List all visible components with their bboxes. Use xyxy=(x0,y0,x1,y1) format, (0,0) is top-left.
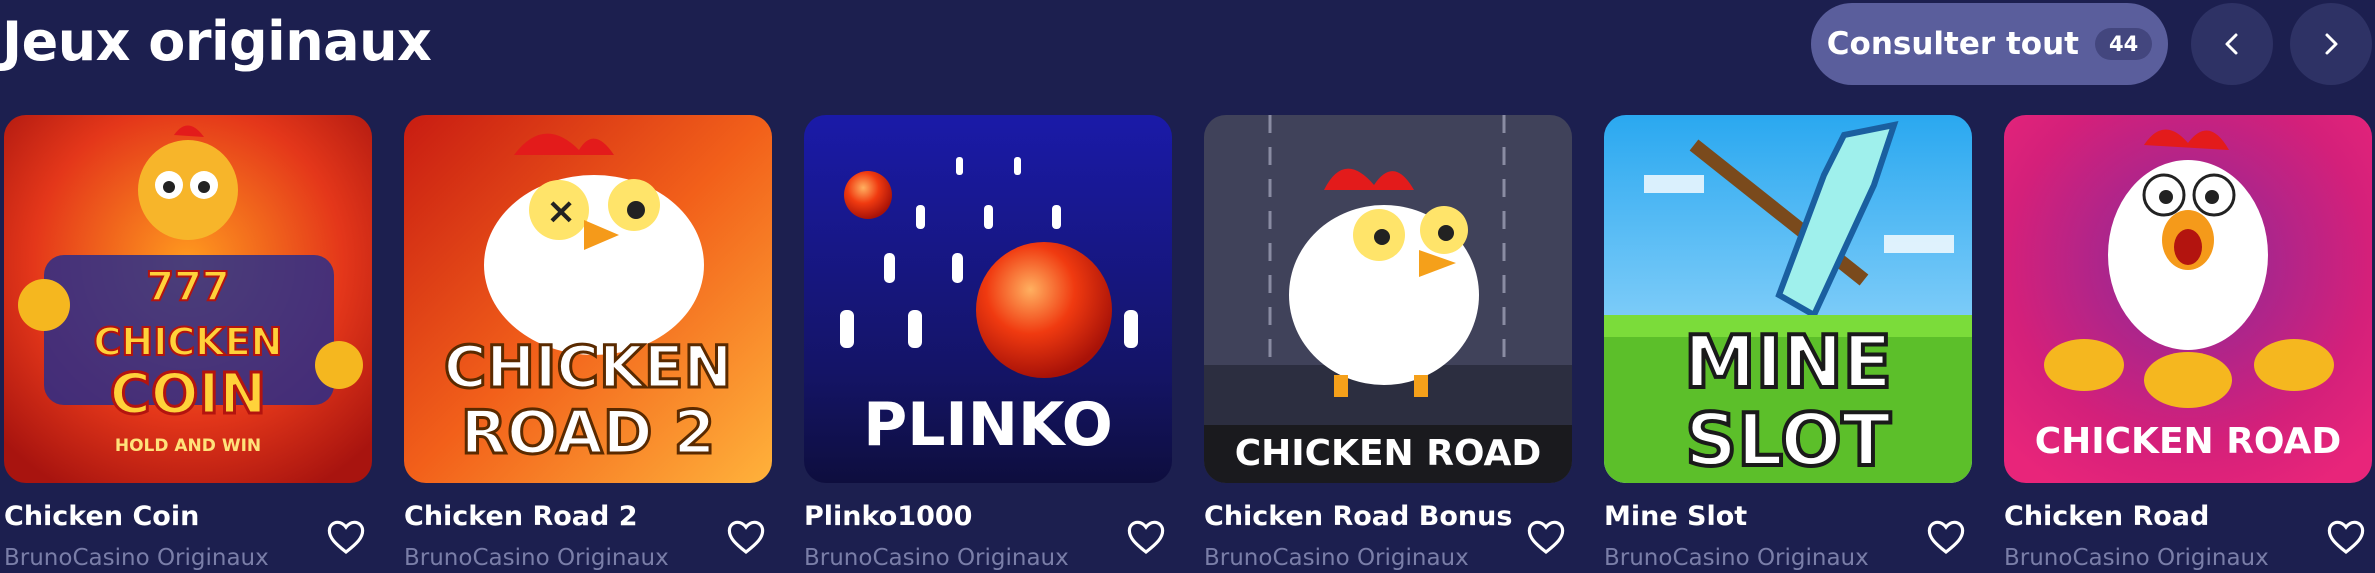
art-text: SLOT xyxy=(1685,398,1891,482)
game-provider: BrunoCasino Originaux xyxy=(4,545,269,571)
carousel-prev-button[interactable] xyxy=(2191,3,2273,85)
art-text: CHICKEN xyxy=(94,320,283,364)
game-card[interactable]: MINE SLOT Mine Slot BrunoCasino Originau… xyxy=(1600,115,1972,573)
game-name[interactable]: Chicken Coin xyxy=(4,501,199,532)
heart-icon xyxy=(727,520,765,555)
games-carousel: 777 CHICKEN COIN HOLD AND WIN Chicken Co… xyxy=(0,115,2375,573)
section-header: Jeux originaux Consulter tout 44 xyxy=(0,0,2375,90)
game-thumbnail[interactable]: PLINKO xyxy=(804,115,1172,483)
games-count-badge: 44 xyxy=(2094,28,2153,60)
heart-icon xyxy=(1927,520,1965,555)
game-name[interactable]: Chicken Road 2 xyxy=(404,501,638,532)
chevron-left-icon xyxy=(2225,33,2238,55)
game-card[interactable]: CHICKEN ROAD Chicken Road Bonus BrunoCas… xyxy=(1200,115,1572,573)
view-all-button[interactable]: Consulter tout 44 xyxy=(1811,3,2168,85)
game-provider: BrunoCasino Originaux xyxy=(404,545,669,571)
game-name[interactable]: Plinko1000 xyxy=(804,501,972,532)
favorite-button[interactable] xyxy=(1126,517,1166,557)
heart-icon xyxy=(1527,520,1565,555)
art-text: CHICKEN ROAD xyxy=(1235,433,1542,474)
favorite-button[interactable] xyxy=(1926,517,1966,557)
art-text: COIN xyxy=(110,362,266,427)
favorite-button[interactable] xyxy=(726,517,766,557)
game-thumbnail[interactable]: 777 CHICKEN COIN HOLD AND WIN xyxy=(4,115,372,483)
favorite-button[interactable] xyxy=(2326,517,2366,557)
art-text: ROAD 2 xyxy=(461,398,715,468)
svg-text:×: × xyxy=(546,191,576,232)
game-thumbnail[interactable]: MINE SLOT xyxy=(1604,115,1972,483)
art-text: HOLD AND WIN xyxy=(115,436,261,456)
favorite-button[interactable] xyxy=(326,517,366,557)
game-card[interactable]: × CHICKEN ROAD 2 Chicken Road 2 BrunoCas… xyxy=(400,115,772,573)
art-text: CHICKEN xyxy=(444,333,732,401)
heart-icon xyxy=(2327,520,2365,555)
art-text: PLINKO xyxy=(863,390,1113,460)
art-text: MINE xyxy=(1684,320,1892,404)
game-card[interactable]: 777 CHICKEN COIN HOLD AND WIN Chicken Co… xyxy=(0,115,372,573)
section-title: Jeux originaux xyxy=(2,10,432,73)
art-text: 777 xyxy=(146,264,230,310)
game-name[interactable]: Mine Slot xyxy=(1604,501,1747,532)
game-provider: BrunoCasino Originaux xyxy=(2004,545,2269,571)
chevron-right-icon xyxy=(2325,33,2338,55)
game-provider: BrunoCasino Originaux xyxy=(1604,545,1869,571)
favorite-button[interactable] xyxy=(1526,517,1566,557)
game-name[interactable]: Chicken Road xyxy=(2004,501,2209,532)
game-name[interactable]: Chicken Road Bonus xyxy=(1204,501,1512,532)
art-text: CHICKEN ROAD xyxy=(2035,421,2342,462)
game-card[interactable]: PLINKO Plinko1000 BrunoCasino Originaux xyxy=(800,115,1172,573)
view-all-label: Consulter tout xyxy=(1826,26,2079,62)
game-provider: BrunoCasino Originaux xyxy=(1204,545,1469,571)
game-thumbnail[interactable]: × CHICKEN ROAD 2 xyxy=(404,115,772,483)
game-thumbnail[interactable]: CHICKEN ROAD xyxy=(1204,115,1572,483)
heart-icon xyxy=(327,520,365,555)
carousel-next-button[interactable] xyxy=(2290,3,2372,85)
game-provider: BrunoCasino Originaux xyxy=(804,545,1069,571)
game-thumbnail[interactable]: CHICKEN ROAD xyxy=(2004,115,2372,483)
game-card[interactable]: CHICKEN ROAD Chicken Road BrunoCasino Or… xyxy=(2000,115,2372,573)
heart-icon xyxy=(1127,520,1165,555)
